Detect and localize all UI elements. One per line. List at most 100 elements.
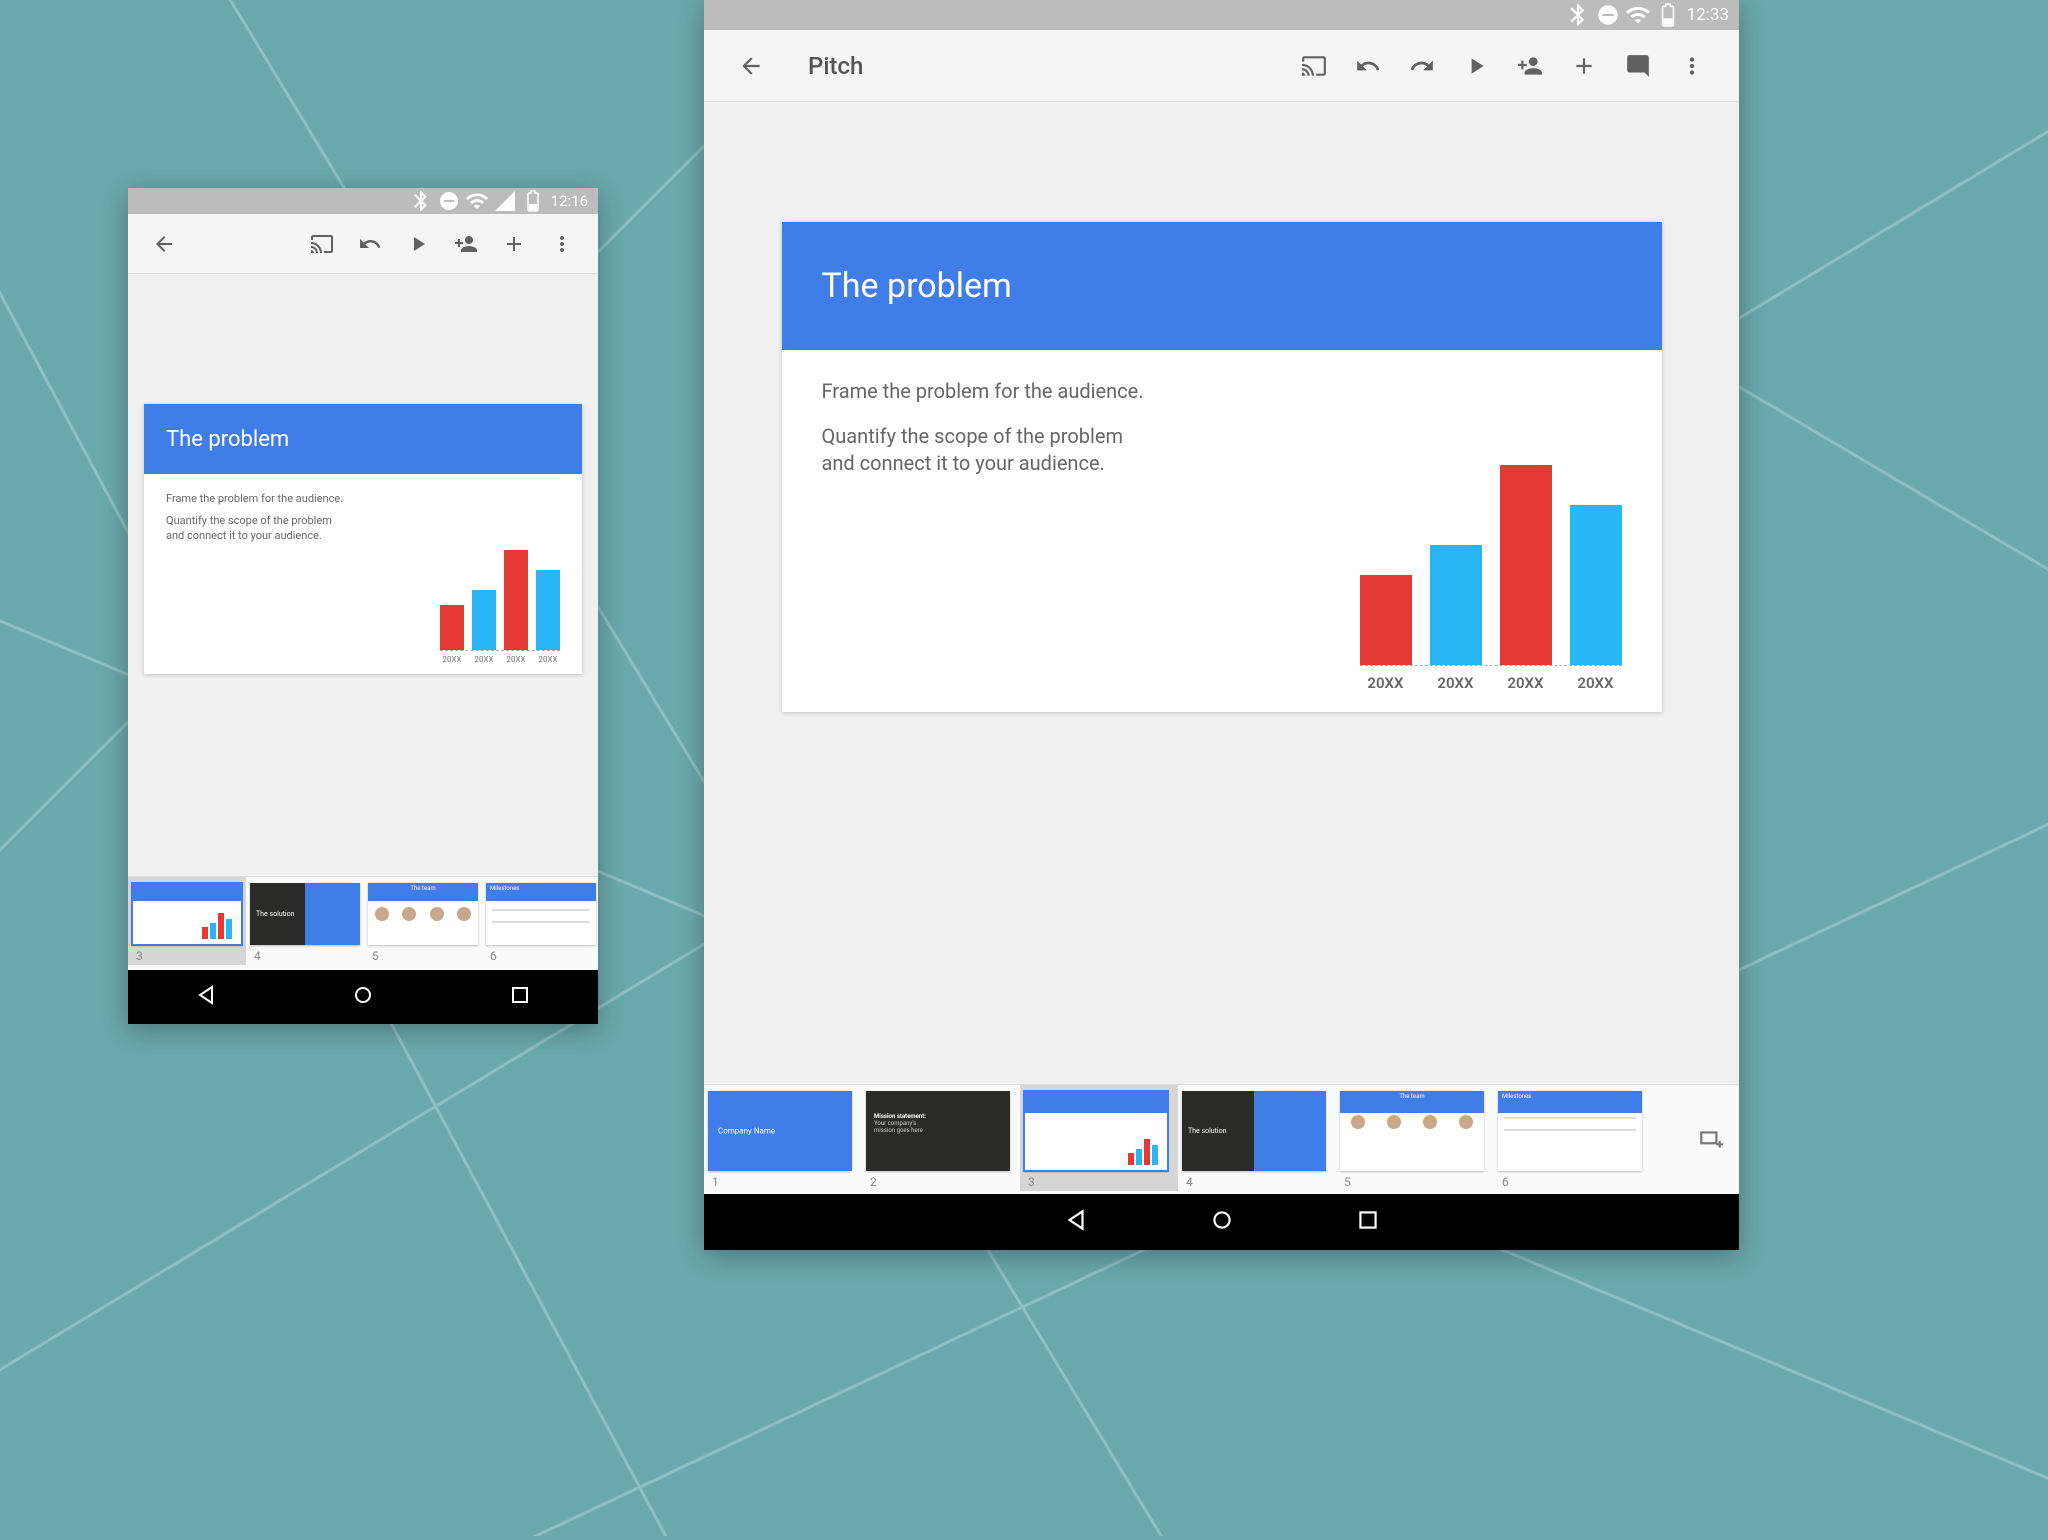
thumbnail-preview: The team [368,883,478,945]
chart-xlabel: 20XX [504,655,528,664]
bluetooth-icon [409,189,433,213]
thumbnail-number: 6 [486,949,596,963]
thumbnail-number: 1 [708,1175,858,1189]
back-button[interactable] [140,220,188,268]
android-navbar [128,970,598,1024]
phone-device: 12:16 The problem Frame the problem for … [128,188,598,1024]
chart-xlabel: 20XX [472,655,496,664]
thumbnail-4[interactable]: The solution 4 [1178,1085,1336,1191]
undo-button[interactable] [1341,42,1395,90]
chart-bar [1430,545,1482,665]
nav-home-icon [1209,1207,1235,1233]
thumbnail-2[interactable]: Mission statement:Your company'smission … [862,1085,1020,1191]
thumbnail-number: 3 [1024,1175,1174,1189]
share-button[interactable] [1503,42,1557,90]
undo-icon [358,232,382,256]
status-bar: 12:33 [704,0,1739,30]
cast-button[interactable] [1287,42,1341,90]
cast-icon [1301,53,1327,79]
more-button[interactable] [1665,42,1719,90]
play-button[interactable] [1449,42,1503,90]
nav-home-icon [351,983,375,1007]
cast-icon [310,232,334,256]
thumbnail-number: 2 [866,1175,1016,1189]
nav-back-button[interactable] [1063,1207,1089,1237]
wifi-icon [465,189,489,213]
thumbnail-strip[interactable]: Company Name 1 Mission statement:Your comp… [704,1084,1739,1194]
comment-button[interactable] [1611,42,1665,90]
thumbnail-3[interactable]: 3 [128,877,246,965]
plus-icon [1571,53,1597,79]
chart-xlabel: 20XX [1360,674,1412,692]
nav-recent-icon [1355,1207,1381,1233]
play-button[interactable] [394,220,442,268]
new-slide-icon [1698,1127,1724,1153]
slide-title: The problem [782,222,1662,350]
more-button[interactable] [538,220,586,268]
dnd-icon [1595,2,1621,28]
thumbnail-preview: Company Name [708,1091,852,1171]
wifi-icon [1625,2,1651,28]
thumbnail-4[interactable]: The solution 4 [246,877,364,965]
thumbnail-number: 4 [250,949,360,963]
thumbnail-3[interactable]: 3 [1020,1085,1178,1191]
nav-recent-button[interactable] [508,983,532,1011]
chart-xlabel: 20XX [1500,674,1552,692]
nav-recent-button[interactable] [1355,1207,1381,1237]
chart-bar [1360,575,1412,665]
thumbnail-5[interactable]: The team5 [1336,1085,1494,1191]
undo-icon [1355,53,1381,79]
thumbnail-strip[interactable]: 3 The solution 4 The team5Milestones 6 [128,876,598,970]
redo-button[interactable] [1395,42,1449,90]
nav-back-icon [1063,1207,1089,1233]
battery-icon [521,189,545,213]
person-add-icon [1517,53,1543,79]
nav-home-button[interactable] [351,983,375,1011]
thumbnail-preview [132,883,242,945]
thumbnail-6[interactable]: Milestones6 [1494,1085,1652,1191]
thumbnail-5[interactable]: The team5 [364,877,482,965]
chart-xlabel: 20XX [440,655,464,664]
slide-chart: 20XX 20XX 20XX 20XX [1360,378,1622,692]
dnd-icon [437,189,461,213]
chart-bar [440,605,464,650]
chart-xlabel: 20XX [1570,674,1622,692]
thumbnail-6[interactable]: Milestones 6 [482,877,598,965]
back-button[interactable] [724,42,778,90]
document-title[interactable]: Pitch [808,52,863,80]
status-time: 12:33 [1687,5,1729,25]
plus-icon [502,232,526,256]
chart-xlabel: 20XX [1430,674,1482,692]
chart-bar [504,550,528,650]
add-button[interactable] [1557,42,1611,90]
thumbnail-number: 4 [1182,1175,1332,1189]
bluetooth-icon [1565,2,1591,28]
chart-bar [472,590,496,650]
nav-home-button[interactable] [1209,1207,1235,1237]
current-slide[interactable]: The problem Frame the problem for the au… [782,222,1662,712]
thumbnail-1[interactable]: Company Name 1 [704,1085,862,1191]
app-toolbar: Pitch [704,30,1739,102]
thumbnail-preview: The solution [1182,1091,1326,1171]
arrow-back-icon [152,232,176,256]
slide-canvas[interactable]: The problem Frame the problem for the au… [704,102,1739,1084]
chart-bar [1500,465,1552,665]
new-slide-button[interactable] [1683,1085,1739,1194]
thumbnail-preview: Milestones [486,883,596,945]
more-vert-icon [1679,53,1705,79]
thumbnail-number: 3 [132,949,242,963]
person-add-icon [454,232,478,256]
current-slide[interactable]: The problem Frame the problem for the au… [144,404,582,674]
add-button[interactable] [490,220,538,268]
undo-button[interactable] [346,220,394,268]
cell-icon [493,189,517,213]
slide-canvas[interactable]: The problem Frame the problem for the au… [128,274,598,876]
thumbnail-preview: The solution [250,883,360,945]
app-toolbar [128,214,598,274]
thumbnail-preview: Milestones [1498,1091,1642,1171]
share-button[interactable] [442,220,490,268]
nav-back-button[interactable] [194,983,218,1011]
chart-bar [1570,505,1622,665]
battery-icon [1655,2,1681,28]
cast-button[interactable] [298,220,346,268]
